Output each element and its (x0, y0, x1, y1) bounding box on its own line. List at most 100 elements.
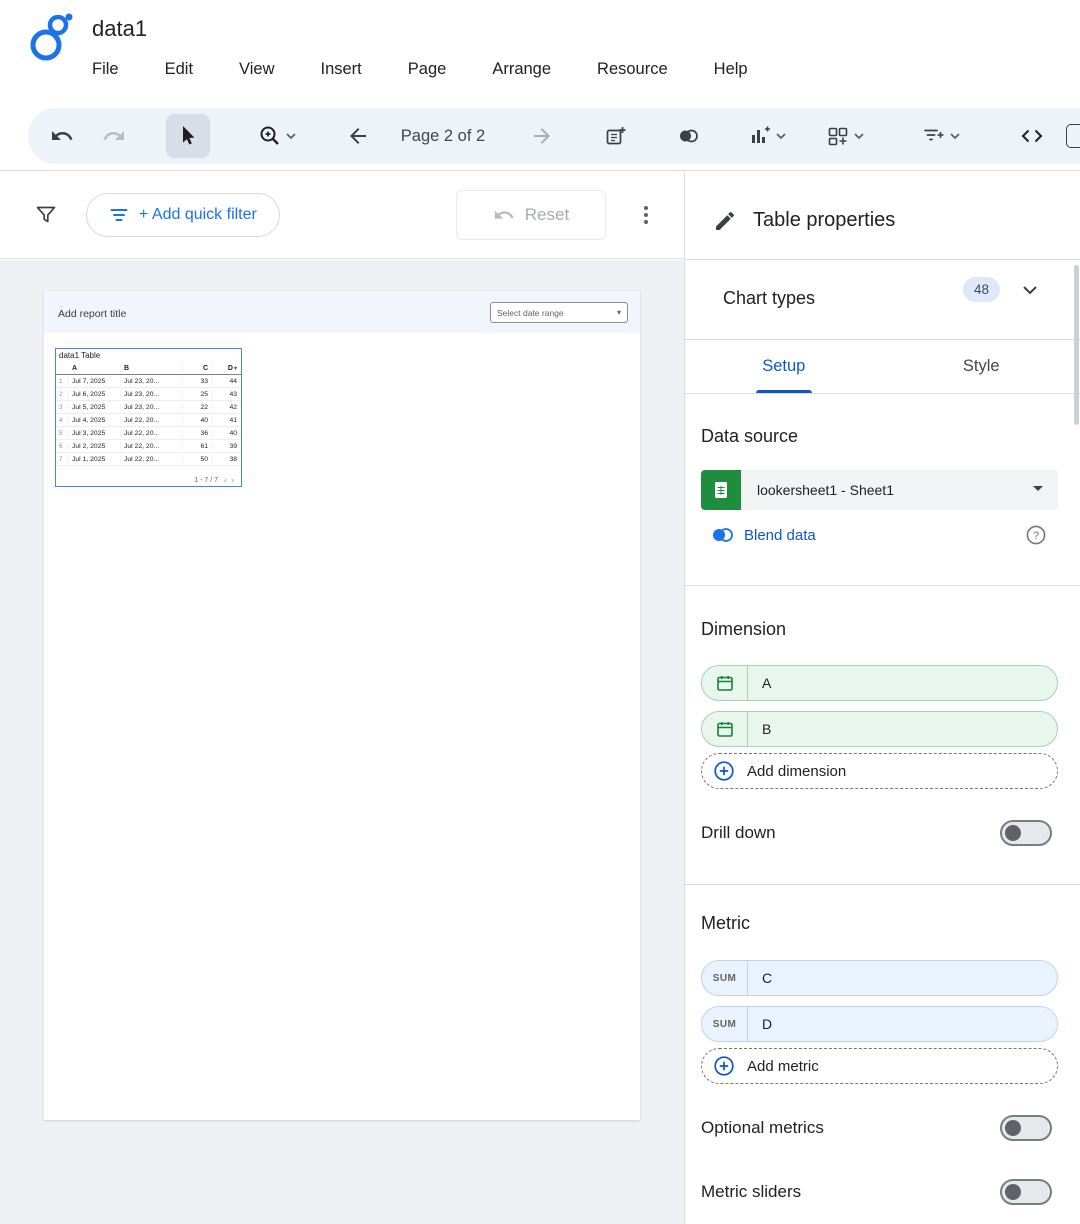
row-number: 6 (56, 443, 69, 450)
table-cell: Jul 23, 20... (121, 378, 183, 385)
metric-sliders-label: Metric sliders (701, 1182, 801, 1202)
table-cell: 41 (212, 417, 240, 424)
table-chart[interactable]: data1 Table A B C D▾ 1Jul 7, 2025Jul 23,… (55, 348, 242, 487)
column-header-b[interactable]: B (121, 365, 183, 372)
table-cell: Jul 2, 2025 (69, 443, 121, 450)
add-metric-label: Add metric (747, 1058, 819, 1075)
report-page[interactable]: Add report title Select date range ▾ dat… (44, 291, 640, 1120)
calendar-icon (702, 666, 748, 700)
table-cell: 50 (183, 456, 212, 463)
optional-metrics-toggle[interactable] (1000, 1115, 1052, 1141)
table-row: 6Jul 2, 2025Jul 22, 20...6139 (56, 440, 241, 453)
table-title: data1 Table (56, 349, 241, 362)
add-page-button[interactable] (604, 124, 628, 148)
toolbar-overflow-partial-icon[interactable] (1066, 124, 1080, 148)
canvas-column: + Add quick filter Reset Add report titl… (0, 171, 684, 1224)
prev-page-button[interactable] (346, 124, 370, 148)
tab-active-underline (756, 390, 812, 394)
table-cell: Jul 22, 20... (121, 443, 183, 450)
dimension-chip-label: A (748, 675, 771, 691)
tab-style[interactable]: Style (883, 340, 1080, 393)
select-tool-button[interactable] (166, 114, 210, 158)
sum-aggregation-badge[interactable]: SUM (702, 961, 748, 995)
next-page-button[interactable] (530, 124, 554, 148)
sum-aggregation-badge[interactable]: SUM (702, 1007, 748, 1041)
zoom-tool-button[interactable] (258, 124, 296, 148)
add-chart-icon (748, 124, 772, 148)
column-header-d[interactable]: D▾ (212, 365, 240, 372)
menu-item-insert[interactable]: Insert (321, 60, 362, 79)
page-indicator[interactable]: Page 2 of 2 (400, 127, 486, 146)
back-arrow-icon (346, 124, 370, 148)
filter-bar: + Add quick filter Reset (0, 171, 684, 259)
app-header: data1 File Edit View Insert Page Arrange… (0, 0, 1080, 104)
funnel-icon[interactable] (34, 203, 58, 232)
chart-types-count-badge: 48 (963, 277, 1000, 302)
sheets-icon (701, 470, 741, 510)
dimension-chip-b[interactable]: B (701, 711, 1058, 747)
menu-item-edit[interactable]: Edit (165, 60, 193, 79)
blend-data-link[interactable]: Blend data (709, 524, 816, 546)
redo-button[interactable] (102, 124, 126, 148)
date-range-control[interactable]: Select date range ▾ (490, 302, 628, 323)
data-source-select[interactable]: lookersheet1 - Sheet1 (701, 470, 1058, 510)
table-pagination[interactable]: 1 - 7 / 7 ‹› (194, 475, 238, 485)
section-divider (685, 884, 1080, 885)
date-range-label: Select date range (497, 308, 564, 318)
table-cell: Jul 6, 2025 (69, 391, 121, 398)
row-number: 4 (56, 417, 69, 424)
help-icon[interactable]: ? (1025, 524, 1047, 551)
table-row: 3Jul 5, 2025Jul 23, 20...2242 (56, 401, 241, 414)
table-cell: Jul 4, 2025 (69, 417, 121, 424)
column-header-c[interactable]: C (183, 365, 212, 372)
add-quick-filter-button[interactable]: + Add quick filter (86, 193, 280, 237)
forward-arrow-icon (530, 124, 554, 148)
metric-sliders-toggle[interactable] (1000, 1179, 1052, 1205)
menu-item-view[interactable]: View (239, 60, 274, 79)
add-chart-button[interactable] (748, 124, 786, 148)
chevron-down-icon[interactable] (1019, 279, 1041, 306)
menu-item-arrange[interactable]: Arrange (492, 60, 551, 79)
undo-button[interactable] (50, 124, 74, 148)
table-header-row: A B C D▾ (56, 362, 241, 375)
dimension-chip-label: B (748, 721, 771, 737)
metric-chip-c[interactable]: SUM C (701, 960, 1058, 996)
report-title-placeholder[interactable]: Add report title (58, 308, 126, 320)
drill-down-toggle[interactable] (1000, 820, 1052, 846)
table-cell: 40 (212, 430, 240, 437)
add-dimension-button[interactable]: Add dimension (701, 753, 1058, 789)
tab-setup[interactable]: Setup (685, 340, 883, 393)
looker-studio-logo[interactable] (26, 12, 74, 64)
reset-button[interactable]: Reset (456, 190, 606, 240)
embed-code-button[interactable] (1020, 124, 1044, 148)
pagination-arrows-icon[interactable]: ‹› (224, 475, 238, 485)
metric-sliders-row: Metric sliders (701, 1176, 1052, 1208)
add-filter-icon (922, 124, 946, 148)
undo-icon (50, 124, 74, 148)
report-name[interactable]: data1 (92, 16, 147, 42)
table-cell: Jul 22, 20... (121, 430, 183, 437)
menu-item-file[interactable]: File (92, 60, 119, 79)
reset-label: Reset (525, 205, 569, 225)
blend-button[interactable] (676, 124, 700, 148)
caret-down-icon (776, 133, 786, 139)
add-filter-button[interactable] (922, 124, 960, 148)
report-canvas[interactable]: Add report title Select date range ▾ dat… (0, 260, 684, 1224)
metric-chip-d[interactable]: SUM D (701, 1006, 1058, 1042)
column-header-a[interactable]: A (69, 365, 121, 372)
add-metric-button[interactable]: Add metric (701, 1048, 1058, 1084)
menu-item-page[interactable]: Page (408, 60, 447, 79)
menu-item-resource[interactable]: Resource (597, 60, 668, 79)
caret-down-icon (950, 133, 960, 139)
row-number: 3 (56, 404, 69, 411)
dimension-chip-a[interactable]: A (701, 665, 1058, 701)
tab-style-label: Style (963, 357, 1000, 376)
panel-scrollbar[interactable] (1074, 265, 1079, 425)
blend-data-icon (709, 524, 735, 546)
kebab-menu-button[interactable] (634, 203, 658, 232)
table-cell: 38 (212, 456, 240, 463)
chart-types-selector[interactable]: Chart types 48 (685, 260, 1080, 340)
table-cell: 40 (183, 417, 212, 424)
add-control-button[interactable] (826, 124, 864, 148)
menu-item-help[interactable]: Help (714, 60, 748, 79)
